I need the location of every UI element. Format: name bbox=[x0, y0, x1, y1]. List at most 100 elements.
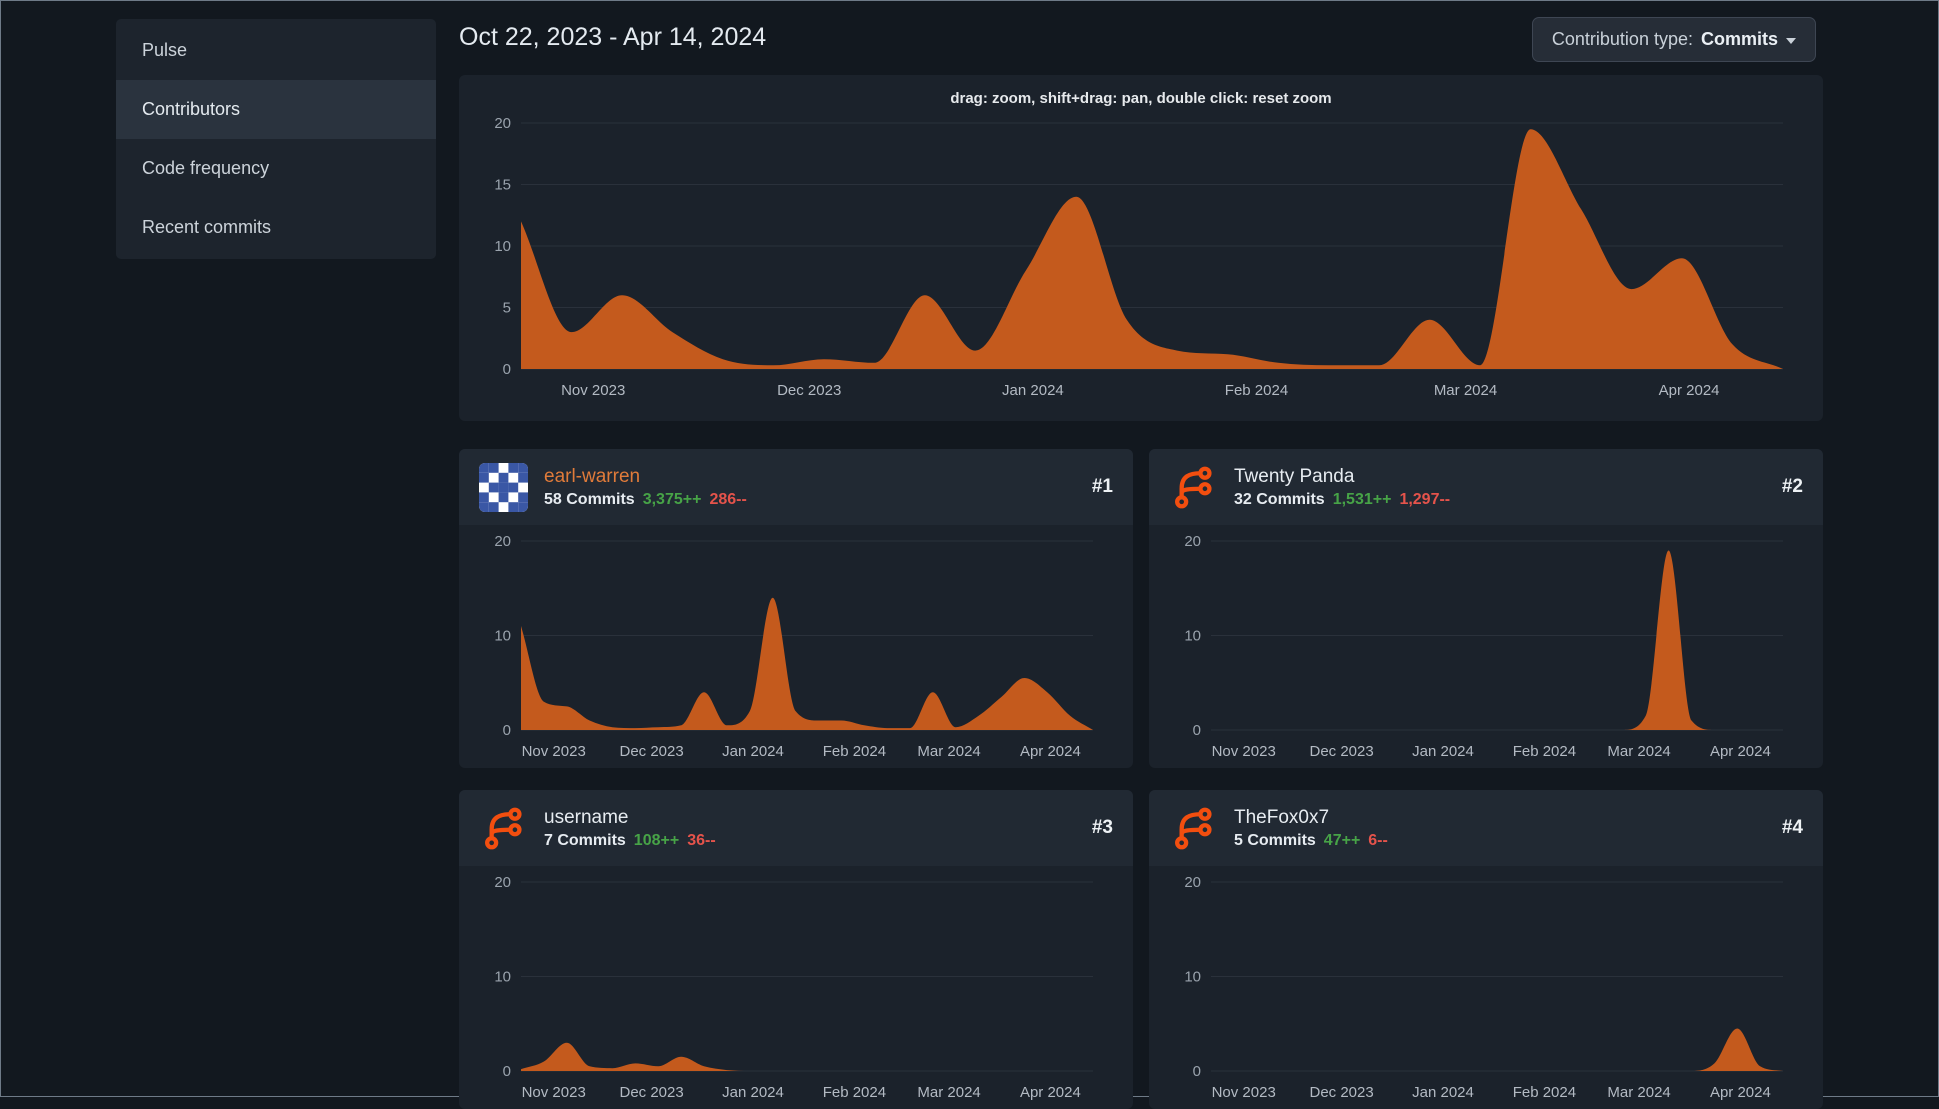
contribution-type-value: Commits bbox=[1700, 29, 1778, 49]
contributor-name: Twenty Panda bbox=[1234, 465, 1355, 487]
chart-zoom-hint: drag: zoom, shift+drag: pan, double clic… bbox=[950, 90, 1332, 107]
svg-text:10: 10 bbox=[494, 238, 511, 255]
activity-sidebar: Pulse Contributors Code frequency Recent… bbox=[116, 19, 436, 259]
overall-contributions-chart[interactable]: 0 5 10 15 20 Nov 2023 Dec 2023 Jan 2024 Feb 2024… bbox=[475, 111, 1807, 403]
contributor-card: username 7 Commits 108++ 36-- #3 0 10 20 No… bbox=[459, 790, 1133, 1109]
sidebar-item-pulse[interactable]: Pulse bbox=[116, 21, 436, 80]
contributor-name-link[interactable]: earl-warren bbox=[544, 466, 747, 488]
svg-text:Dec 2023: Dec 2023 bbox=[1309, 743, 1373, 760]
additions-count: 108++ bbox=[633, 831, 680, 849]
sidebar-item-label: Code frequency bbox=[142, 158, 270, 178]
contributor-meta: earl-warren 58 Commits 3,375++ 286-- bbox=[544, 466, 747, 509]
commits-count: 32 Commits bbox=[1234, 490, 1325, 508]
contributor-meta: username 7 Commits 108++ 36-- bbox=[544, 807, 716, 850]
svg-text:Apr 2024: Apr 2024 bbox=[1020, 743, 1081, 760]
svg-text:Dec 2023: Dec 2023 bbox=[619, 743, 683, 760]
svg-text:Dec 2023: Dec 2023 bbox=[1309, 1084, 1373, 1101]
sidebar-item-label: Recent commits bbox=[142, 217, 272, 237]
svg-text:20: 20 bbox=[494, 115, 511, 132]
sidebar-item-code-frequency[interactable]: Code frequency bbox=[116, 139, 436, 198]
contributor-chart[interactable]: 0 10 20 Nov 2023 Dec 2023 Jan 2024 Feb 2024 Mar… bbox=[1165, 870, 1807, 1105]
commits-count: 58 Commits bbox=[544, 490, 635, 508]
svg-text:10: 10 bbox=[1184, 969, 1201, 986]
svg-text:15: 15 bbox=[494, 177, 511, 194]
svg-text:Feb 2024: Feb 2024 bbox=[1513, 1084, 1576, 1101]
sidebar-item-label: Pulse bbox=[142, 40, 188, 60]
contributor-rank: #4 bbox=[1781, 817, 1803, 838]
commits-count: 5 Commits bbox=[1234, 831, 1316, 849]
svg-text:20: 20 bbox=[494, 874, 511, 891]
svg-text:Jan 2024: Jan 2024 bbox=[1002, 382, 1064, 399]
contributor-name: TheFox0x7 bbox=[1234, 806, 1330, 828]
svg-text:0: 0 bbox=[503, 722, 511, 739]
svg-text:Nov 2023: Nov 2023 bbox=[522, 1084, 586, 1101]
svg-text:Apr 2024: Apr 2024 bbox=[1659, 382, 1720, 399]
chevron-down-icon bbox=[1786, 38, 1796, 44]
svg-text:Dec 2023: Dec 2023 bbox=[619, 1084, 683, 1101]
contribution-type-label: Contribution type: bbox=[1551, 29, 1693, 49]
svg-text:Dec 2023: Dec 2023 bbox=[777, 382, 841, 399]
deletions-count: 6-- bbox=[1368, 831, 1388, 849]
svg-text:10: 10 bbox=[494, 628, 511, 645]
contributor-card-header: username 7 Commits 108++ 36-- #3 bbox=[459, 790, 1133, 866]
svg-text:0: 0 bbox=[503, 1063, 511, 1080]
contribution-type-dropdown[interactable]: Contribution type: Commits bbox=[1531, 17, 1816, 62]
svg-text:Mar 2024: Mar 2024 bbox=[1607, 1084, 1670, 1101]
contributor-stats: 32 Commits 1,531++ 1,297-- bbox=[1234, 491, 1450, 509]
date-range-title: Oct 22, 2023 - Apr 14, 2024 bbox=[459, 23, 767, 51]
deletions-count: 36-- bbox=[687, 831, 716, 849]
svg-text:Nov 2023: Nov 2023 bbox=[522, 743, 586, 760]
contributor-card: Twenty Panda 32 Commits 1,531++ 1,297-- … bbox=[1149, 449, 1823, 768]
deletions-count: 286-- bbox=[709, 490, 747, 508]
svg-text:0: 0 bbox=[1193, 1063, 1201, 1080]
contributor-meta: TheFox0x7 5 Commits 47++ 6-- bbox=[1234, 807, 1388, 850]
identicon-avatar bbox=[479, 462, 528, 512]
forgejo-logo-icon bbox=[479, 804, 528, 853]
svg-text:10: 10 bbox=[1184, 628, 1201, 645]
commits-count: 7 Commits bbox=[544, 831, 626, 849]
sidebar-item-recent-commits[interactable]: Recent commits bbox=[116, 198, 436, 257]
svg-text:Feb 2024: Feb 2024 bbox=[823, 1084, 886, 1101]
contributor-name: username bbox=[544, 806, 629, 828]
contributor-chart[interactable]: 0 10 20 Nov 2023 Dec 2023 Jan 2024 Feb 2024 Mar… bbox=[475, 529, 1117, 764]
svg-text:20: 20 bbox=[1184, 874, 1201, 891]
svg-text:20: 20 bbox=[1184, 533, 1201, 550]
svg-text:Jan 2024: Jan 2024 bbox=[722, 743, 784, 760]
svg-text:Nov 2023: Nov 2023 bbox=[1212, 743, 1276, 760]
contributor-chart[interactable]: 0 10 20 Nov 2023 Dec 2023 Jan 2024 Feb 2024 Mar… bbox=[1165, 529, 1807, 764]
svg-text:Feb 2024: Feb 2024 bbox=[823, 743, 886, 760]
svg-text:Feb 2024: Feb 2024 bbox=[1225, 382, 1288, 399]
svg-text:10: 10 bbox=[494, 969, 511, 986]
additions-count: 47++ bbox=[1323, 831, 1361, 849]
contributor-rank: #2 bbox=[1781, 476, 1803, 497]
svg-text:Jan 2024: Jan 2024 bbox=[722, 1084, 784, 1101]
contributor-cards: earl-warren 58 Commits 3,375++ 286-- #1 … bbox=[459, 449, 1823, 1109]
svg-text:0: 0 bbox=[1193, 722, 1201, 739]
contributor-rank: #1 bbox=[1091, 476, 1113, 497]
contributor-card: TheFox0x7 5 Commits 47++ 6-- #4 0 10 20 Nov… bbox=[1149, 790, 1823, 1109]
contributor-card-header: earl-warren 58 Commits 3,375++ 286-- #1 bbox=[459, 449, 1133, 525]
svg-text:Jan 2024: Jan 2024 bbox=[1412, 1084, 1474, 1101]
svg-text:Jan 2024: Jan 2024 bbox=[1412, 743, 1474, 760]
additions-count: 1,531++ bbox=[1332, 490, 1392, 508]
contributor-stats: 58 Commits 3,375++ 286-- bbox=[544, 491, 747, 509]
sidebar-item-label: Contributors bbox=[142, 99, 241, 119]
contributor-card-header: TheFox0x7 5 Commits 47++ 6-- #4 bbox=[1149, 790, 1823, 866]
contributor-stats: 7 Commits 108++ 36-- bbox=[544, 832, 716, 850]
svg-text:Apr 2024: Apr 2024 bbox=[1710, 1084, 1771, 1101]
contributor-rank: #3 bbox=[1091, 817, 1113, 838]
svg-text:20: 20 bbox=[494, 533, 511, 550]
sidebar-item-contributors[interactable]: Contributors bbox=[116, 80, 436, 139]
svg-text:Mar 2024: Mar 2024 bbox=[917, 743, 980, 760]
svg-text:Mar 2024: Mar 2024 bbox=[1434, 382, 1497, 399]
forgejo-logo-icon bbox=[1169, 463, 1218, 512]
svg-text:5: 5 bbox=[503, 300, 511, 317]
svg-text:Nov 2023: Nov 2023 bbox=[1212, 1084, 1276, 1101]
forgejo-logo-icon bbox=[1169, 804, 1218, 853]
svg-text:Feb 2024: Feb 2024 bbox=[1513, 743, 1576, 760]
additions-count: 3,375++ bbox=[642, 490, 702, 508]
contributor-chart[interactable]: 0 10 20 Nov 2023 Dec 2023 Jan 2024 Feb 2024 Mar… bbox=[475, 870, 1117, 1105]
contributor-card-header: Twenty Panda 32 Commits 1,531++ 1,297-- … bbox=[1149, 449, 1823, 525]
svg-text:Mar 2024: Mar 2024 bbox=[917, 1084, 980, 1101]
svg-text:Nov 2023: Nov 2023 bbox=[561, 382, 625, 399]
